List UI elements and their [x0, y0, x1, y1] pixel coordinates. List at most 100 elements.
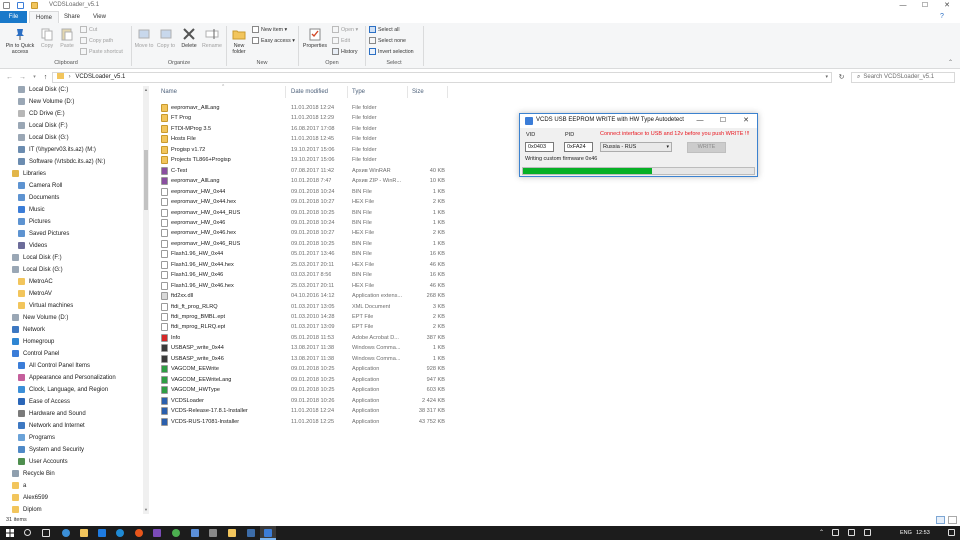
file-row[interactable]: Progisp v1.72 19.10.2017 15:06 File folder	[157, 145, 449, 155]
store-icon[interactable]	[98, 529, 106, 537]
nav-item[interactable]: Virtual machines	[18, 300, 73, 312]
file-row[interactable]: ftdi_mprog_BMBL.ept 01.03.2010 14:28 EPT F…	[157, 312, 449, 322]
move-to-button[interactable]: Move to	[134, 27, 154, 49]
nav-item[interactable]: Saved Pictures	[18, 228, 69, 240]
app-icon[interactable]	[191, 529, 199, 537]
nav-item[interactable]: Local Disk (G:)	[12, 264, 63, 276]
nav-item[interactable]: All Control Panel Items	[18, 360, 90, 372]
details-view-icon[interactable]	[936, 516, 945, 524]
collapse-ribbon-icon[interactable]: ⌃	[948, 59, 953, 66]
tab-home[interactable]: Home	[29, 11, 60, 23]
file-row[interactable]: eepromavr_HW_0x44_RUS 09.01.2018 10:25 BIN…	[157, 208, 449, 218]
file-row[interactable]: VCDS-Release-17.8.1-Installer 11.01.2018 …	[157, 406, 449, 416]
paste-shortcut-button[interactable]: Paste shortcut	[80, 48, 123, 56]
nav-item[interactable]: Network	[12, 324, 45, 336]
properties-quick-icon[interactable]	[17, 2, 24, 9]
show-hidden-icons[interactable]: ⌃	[819, 529, 824, 537]
file-row[interactable]: eepromavr_AllLang 10.01.2018 7:47 Архив ZI…	[157, 176, 449, 186]
nav-item[interactable]: Documents	[18, 192, 59, 204]
tab-file[interactable]: File	[0, 11, 27, 23]
file-row[interactable]: eepromavr_HW_0x44.hex 09.01.2018 10:27 HEX…	[157, 197, 449, 207]
nav-item[interactable]: New Volume (D:)	[12, 312, 68, 324]
nav-item[interactable]: Clock, Language, and Region	[18, 384, 108, 396]
properties-button[interactable]: Properties	[301, 27, 329, 49]
minimize-button[interactable]: —	[896, 1, 910, 10]
nav-item[interactable]: Recycle Bin	[12, 468, 55, 480]
nav-item[interactable]: Videos	[18, 240, 47, 252]
clock[interactable]: 12:53	[916, 529, 930, 537]
nav-item[interactable]: Homegroup	[12, 336, 54, 348]
vcds-task-icon[interactable]	[264, 529, 272, 537]
file-row[interactable]: ftdi_mprog_RLRQ.ept 01.03.2017 13:09 EPT F…	[157, 322, 449, 332]
nav-item[interactable]: Software (\\rtsbdc.its.az) (N:)	[18, 156, 105, 168]
scroll-down-icon[interactable]: ▼	[144, 507, 148, 512]
folder-icon[interactable]	[228, 529, 236, 537]
action-center-icon[interactable]	[948, 529, 955, 536]
file-row[interactable]: VAGCOM_HWType 09.01.2018 10:25 Application…	[157, 385, 449, 395]
refresh-icon[interactable]: ↻	[837, 73, 846, 82]
file-row[interactable]: Flash1.96_HW_0x46 03.03.2017 8:56 BIN File…	[157, 270, 449, 280]
pid-field[interactable]: 0xFA24	[564, 142, 593, 152]
nav-item[interactable]: Local Disk (F:)	[12, 252, 62, 264]
delete-button[interactable]: Delete	[179, 27, 199, 49]
volume-icon[interactable]	[848, 529, 855, 536]
file-row[interactable]: ftd2xx.dll 04.10.2016 14:12 Application ex…	[157, 291, 449, 301]
up-arrow-icon[interactable]: ↑	[41, 73, 50, 82]
nav-item[interactable]: CD Drive (E:)	[18, 108, 65, 120]
search-input[interactable]: ⌕ Search VCDSLoader_v5.1	[851, 72, 955, 83]
start-icon[interactable]	[6, 529, 14, 537]
nav-item[interactable]: Pictures	[18, 216, 51, 228]
history-button[interactable]: History	[332, 48, 357, 56]
nav-item[interactable]: MetroAV	[18, 288, 52, 300]
nav-item[interactable]: a	[12, 480, 26, 492]
file-row[interactable]: Flash1.96_HW_0x46.hex 25.03.2017 20:11 HEX…	[157, 281, 449, 291]
nav-item[interactable]: Local Disk (C:)	[18, 86, 68, 96]
copy-path-button[interactable]: Copy path	[80, 37, 113, 45]
nav-item[interactable]: Appearance and Personalization	[18, 372, 116, 384]
app-icon[interactable]	[247, 529, 255, 537]
ie-icon[interactable]	[62, 529, 70, 537]
copy-to-button[interactable]: Copy to	[156, 27, 176, 49]
file-row[interactable]: Flash1.96_HW_0x44.hex 25.03.2017 20:11 HEX…	[157, 260, 449, 270]
new-folder-button[interactable]: New folder	[229, 27, 249, 55]
edit-button[interactable]: Edit	[332, 37, 350, 45]
dialog-minimize-button[interactable]: —	[694, 116, 706, 126]
nav-item[interactable]: System and Security	[18, 444, 84, 456]
select-none-button[interactable]: Select none	[369, 37, 406, 45]
large-icons-view-icon[interactable]	[948, 516, 957, 524]
file-row[interactable]: eepromavr_HW_0x44 09.01.2018 10:24 BIN Fil…	[157, 187, 449, 197]
cut-button[interactable]: Cut	[80, 26, 97, 34]
nav-item[interactable]: New Volume (D:)	[18, 96, 74, 108]
file-row[interactable]: Flash1.96_HW_0x44 05.01.2017 13:46 BIN Fil…	[157, 249, 449, 259]
firefox-icon[interactable]	[135, 529, 143, 537]
nav-item[interactable]: Control Panel	[12, 348, 59, 360]
invert-selection-button[interactable]: Invert selection	[369, 48, 414, 56]
new-folder-quick-icon[interactable]	[31, 2, 38, 9]
file-row[interactable]: USBASP_write_0x44 13.08.2017 11:38 Windows…	[157, 343, 449, 353]
task-view-icon[interactable]	[42, 529, 50, 537]
address-dropdown-icon[interactable]: ▾	[825, 73, 828, 82]
vid-field[interactable]: 0x0403	[525, 142, 554, 152]
file-row[interactable]: VAGCOM_EEWriteLang 09.01.2018 10:25 Applic…	[157, 375, 449, 385]
settings-icon[interactable]	[209, 529, 217, 537]
nav-scrollbar-thumb[interactable]	[144, 150, 148, 210]
file-row[interactable]: Info 05.01.2018 11:53 Adobe Acrobat D... 38…	[157, 333, 449, 343]
file-row[interactable]: VAGCOM_EEWrite 09.01.2018 10:25 Applicatio…	[157, 364, 449, 374]
write-button[interactable]: WRITE	[687, 142, 726, 153]
nav-item[interactable]: Libraries	[12, 168, 46, 180]
chrome-icon[interactable]	[172, 529, 180, 537]
nav-item[interactable]: Local Disk (F:)	[18, 120, 68, 132]
file-row[interactable]: VCDSLoader 09.01.2018 10:26 Application 2 4…	[157, 396, 449, 406]
column-header-date[interactable]: Date modified	[291, 89, 328, 95]
file-row[interactable]: eepromavr_HW_0x46 09.01.2018 10:24 BIN Fil…	[157, 218, 449, 228]
nav-item[interactable]: Alex6599	[12, 492, 48, 504]
file-explorer-icon[interactable]	[80, 529, 88, 537]
file-row[interactable]: VCDS-RUS-17081-Installer 11.01.2018 12:25…	[157, 417, 449, 427]
cortana-icon[interactable]	[24, 529, 31, 536]
maximize-button[interactable]: ☐	[918, 1, 932, 10]
notification-area-icon[interactable]	[864, 529, 871, 536]
recent-locations-icon[interactable]: ▾	[30, 73, 39, 82]
edge-icon[interactable]	[116, 529, 124, 537]
dialog-maximize-button[interactable]: ☐	[717, 116, 729, 126]
scroll-up-icon[interactable]: ▲	[144, 87, 148, 92]
